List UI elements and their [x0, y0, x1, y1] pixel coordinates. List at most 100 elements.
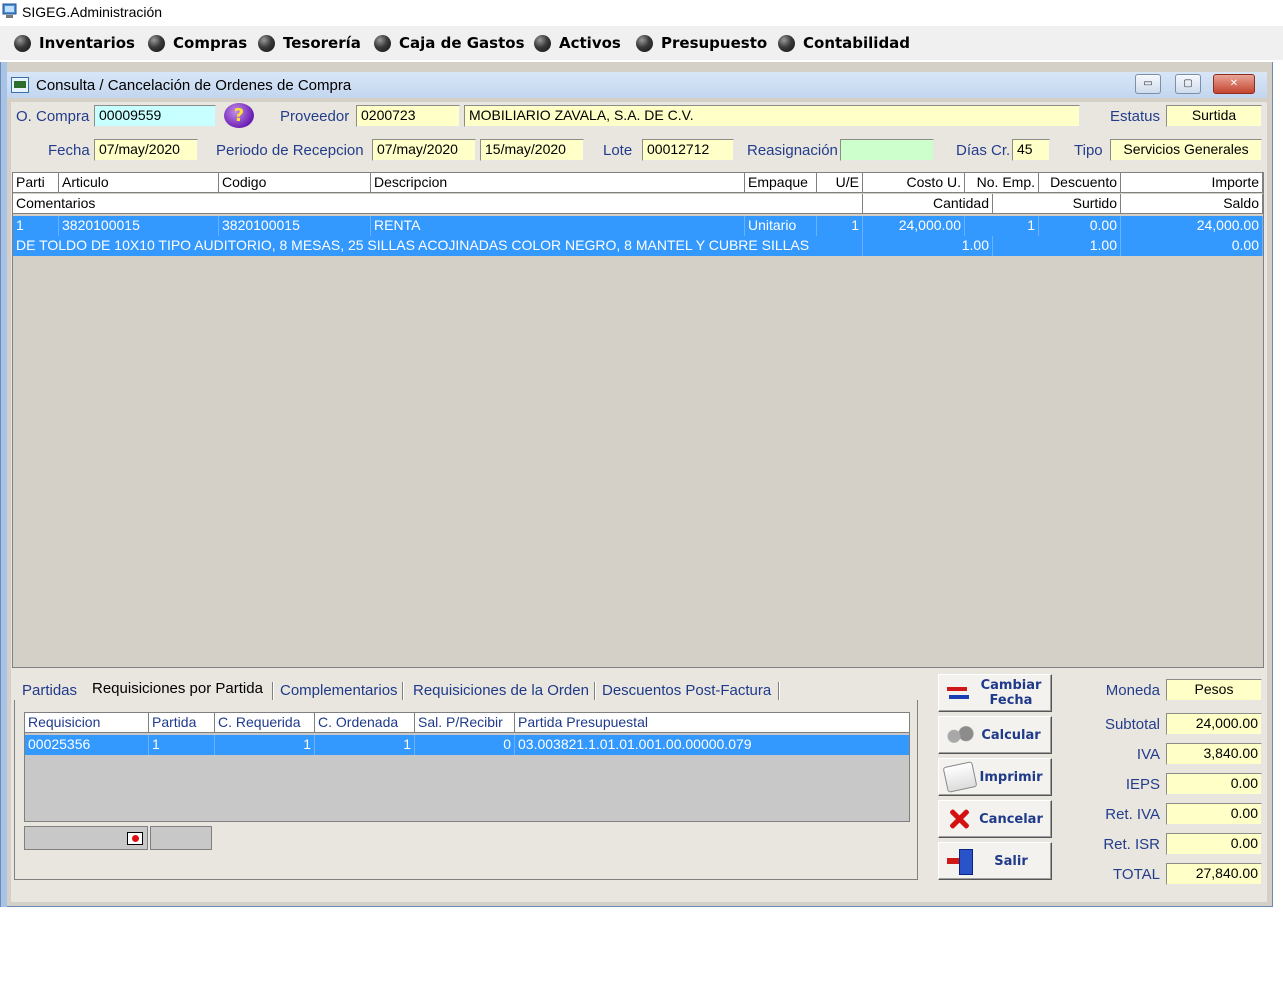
requisitions-grid[interactable]: Requisicion Partida C. Requerida C. Orde…	[24, 712, 910, 822]
salir-button[interactable]: Salir	[938, 842, 1052, 880]
menu-bullet-icon	[534, 34, 551, 52]
reasignacion-label: Reasignación	[747, 142, 838, 159]
tab-requisiciones-de-la-orden[interactable]: Requisiciones de la Orden	[413, 682, 589, 699]
tab-separator	[402, 682, 404, 702]
minimize-button[interactable]: ▭	[1135, 74, 1161, 94]
cell-surtido: 1.00	[993, 236, 1121, 256]
col-header-sal-recibir[interactable]: Sal. P/Recibir	[415, 713, 515, 733]
col-header-articulo[interactable]: Articulo	[59, 173, 219, 193]
imprimir-button[interactable]: Imprimir	[938, 758, 1052, 796]
tab-separator	[778, 682, 780, 702]
tab-separator	[272, 682, 274, 702]
col-header-descuento[interactable]: Descuento	[1039, 173, 1121, 193]
cell-descripcion: RENTA	[371, 216, 745, 236]
col-header-partida-presupuestal[interactable]: Partida Presupuestal	[515, 713, 909, 733]
col-header-saldo[interactable]: Saldo	[1121, 194, 1263, 214]
menu-item-inventarios[interactable]: Inventarios	[14, 33, 135, 53]
tab-separator	[594, 682, 596, 702]
ieps-field: 0.00	[1166, 773, 1262, 795]
periodo-desde-field: 07/may/2020	[372, 139, 476, 161]
menu-item-caja-de-gastos[interactable]: Caja de Gastos	[374, 33, 525, 53]
col-header-ue[interactable]: U/E	[817, 173, 863, 193]
col-header-partida[interactable]: Parti	[13, 173, 59, 193]
fecha-label: Fecha	[48, 142, 90, 159]
subtotal-label: Subtotal	[1104, 716, 1160, 733]
fecha-field: 07/may/2020	[94, 139, 198, 161]
button-label: Cancelar	[979, 811, 1043, 827]
cell-empaque: Unitario	[745, 216, 817, 236]
col-header-requisicion[interactable]: Requisicion	[25, 713, 149, 733]
table-row[interactable]: DE TOLDO DE 10X10 TIPO AUDITORIO, 8 MESA…	[13, 236, 1263, 256]
button-label: Imprimir	[979, 769, 1043, 785]
menu-bullet-icon	[636, 34, 653, 52]
cell-descuento: 0.00	[1039, 216, 1121, 236]
cell-partida: 1	[149, 735, 215, 755]
menu-item-contabilidad[interactable]: Contabilidad	[778, 33, 910, 53]
proveedor-code-field[interactable]: 0200723	[356, 105, 460, 127]
menu-item-activos[interactable]: Activos	[534, 33, 621, 53]
col-header-codigo[interactable]: Codigo	[219, 173, 371, 193]
menu-bullet-icon	[778, 34, 795, 52]
app-title-bar: SIGEG.Administración	[0, 0, 1283, 24]
menu-item-tesoreria[interactable]: Tesorería	[258, 33, 361, 53]
col-header-partida[interactable]: Partida	[149, 713, 215, 733]
tab-partidas[interactable]: Partidas	[22, 682, 77, 699]
calcular-button[interactable]: Calcular	[938, 716, 1052, 754]
cell-sal-recibir: 0	[415, 735, 515, 755]
col-header-comentarios[interactable]: Comentarios	[13, 194, 863, 214]
window-title-bar[interactable]: Consulta / Cancelación de Ordenes de Com…	[7, 72, 1267, 98]
cell-partida-presupuestal: 03.003821.1.01.01.001.00.00000.079	[518, 736, 752, 752]
reasignacion-field[interactable]	[840, 139, 934, 161]
printer-icon	[942, 761, 978, 793]
maximize-button[interactable]: ▢	[1175, 74, 1201, 94]
ocompra-input[interactable]: 00009559	[94, 105, 216, 127]
col-header-no-emp[interactable]: No. Emp.	[965, 173, 1039, 193]
cambiar-fecha-button[interactable]: Cambiar Fecha	[938, 674, 1052, 712]
menu-item-compras[interactable]: Compras	[148, 33, 247, 53]
cell-comentario: DE TOLDO DE 10X10 TIPO AUDITORIO, 8 MESA…	[13, 236, 863, 256]
col-header-c-ordenada[interactable]: C. Ordenada	[315, 713, 415, 733]
periodo-recepcion-label: Periodo de Recepcion	[216, 142, 364, 159]
lote-label: Lote	[603, 142, 633, 159]
table-row[interactable]: 1 3820100015 3820100015 RENTA Unitario 1…	[13, 216, 1263, 236]
main-menu-bar: Inventarios Compras Tesorería Caja de Ga…	[0, 26, 1283, 60]
menu-bullet-icon	[148, 34, 165, 52]
ret-isr-label: Ret. ISR	[1103, 836, 1160, 853]
button-label: Cambiar	[980, 678, 1042, 693]
gears-icon	[945, 722, 975, 748]
menu-item-presupuesto[interactable]: Presupuesto	[636, 33, 767, 53]
cell-codigo: 3820100015	[219, 216, 371, 236]
menu-bullet-icon	[374, 34, 391, 52]
col-header-surtido[interactable]: Surtido	[993, 194, 1121, 214]
tab-descuentos-post-factura[interactable]: Descuentos Post-Factura	[602, 682, 771, 699]
form-icon	[11, 77, 29, 93]
col-header-descripcion[interactable]: Descripcion	[371, 173, 745, 193]
help-icon[interactable]: ?	[224, 103, 254, 128]
col-header-empaque[interactable]: Empaque	[745, 173, 817, 193]
exit-door-icon	[945, 848, 975, 875]
col-header-costo[interactable]: Costo U.	[863, 173, 965, 193]
record-icon[interactable]	[127, 832, 143, 845]
cell-c-requerida: 1	[215, 735, 315, 755]
grid-header-row-1: Parti Articulo Codigo Descripcion Empaqu…	[13, 173, 1263, 193]
ieps-label: IEPS	[1125, 776, 1160, 793]
iva-field: 3,840.00	[1166, 743, 1262, 765]
col-header-c-requerida[interactable]: C. Requerida	[215, 713, 315, 733]
window-frame	[1, 62, 7, 907]
cell-no-emp: 1	[965, 216, 1039, 236]
table-row[interactable]: 00025356 1 1 1 0 03.003821.1.01.01.001.0…	[25, 735, 909, 755]
cell-ue: 1	[817, 216, 863, 236]
record-navigator[interactable]	[24, 826, 148, 850]
close-button[interactable]: ✕	[1213, 74, 1255, 94]
col-header-cantidad[interactable]: Cantidad	[863, 194, 993, 214]
estatus-label: Estatus	[1110, 108, 1161, 125]
order-items-grid[interactable]: Parti Articulo Codigo Descripcion Empaqu…	[12, 172, 1264, 668]
col-header-importe[interactable]: Importe	[1121, 173, 1263, 193]
moneda-field: Pesos	[1166, 679, 1262, 701]
app-icon	[2, 3, 17, 18]
tab-complementarios[interactable]: Complementarios	[280, 682, 398, 699]
tab-requisiciones-por-partida[interactable]: Requisiciones por Partida	[92, 680, 263, 697]
cell-partida: 1	[13, 216, 59, 236]
cell-c-ordenada: 1	[315, 735, 415, 755]
cancelar-button[interactable]: Cancelar	[938, 800, 1052, 838]
